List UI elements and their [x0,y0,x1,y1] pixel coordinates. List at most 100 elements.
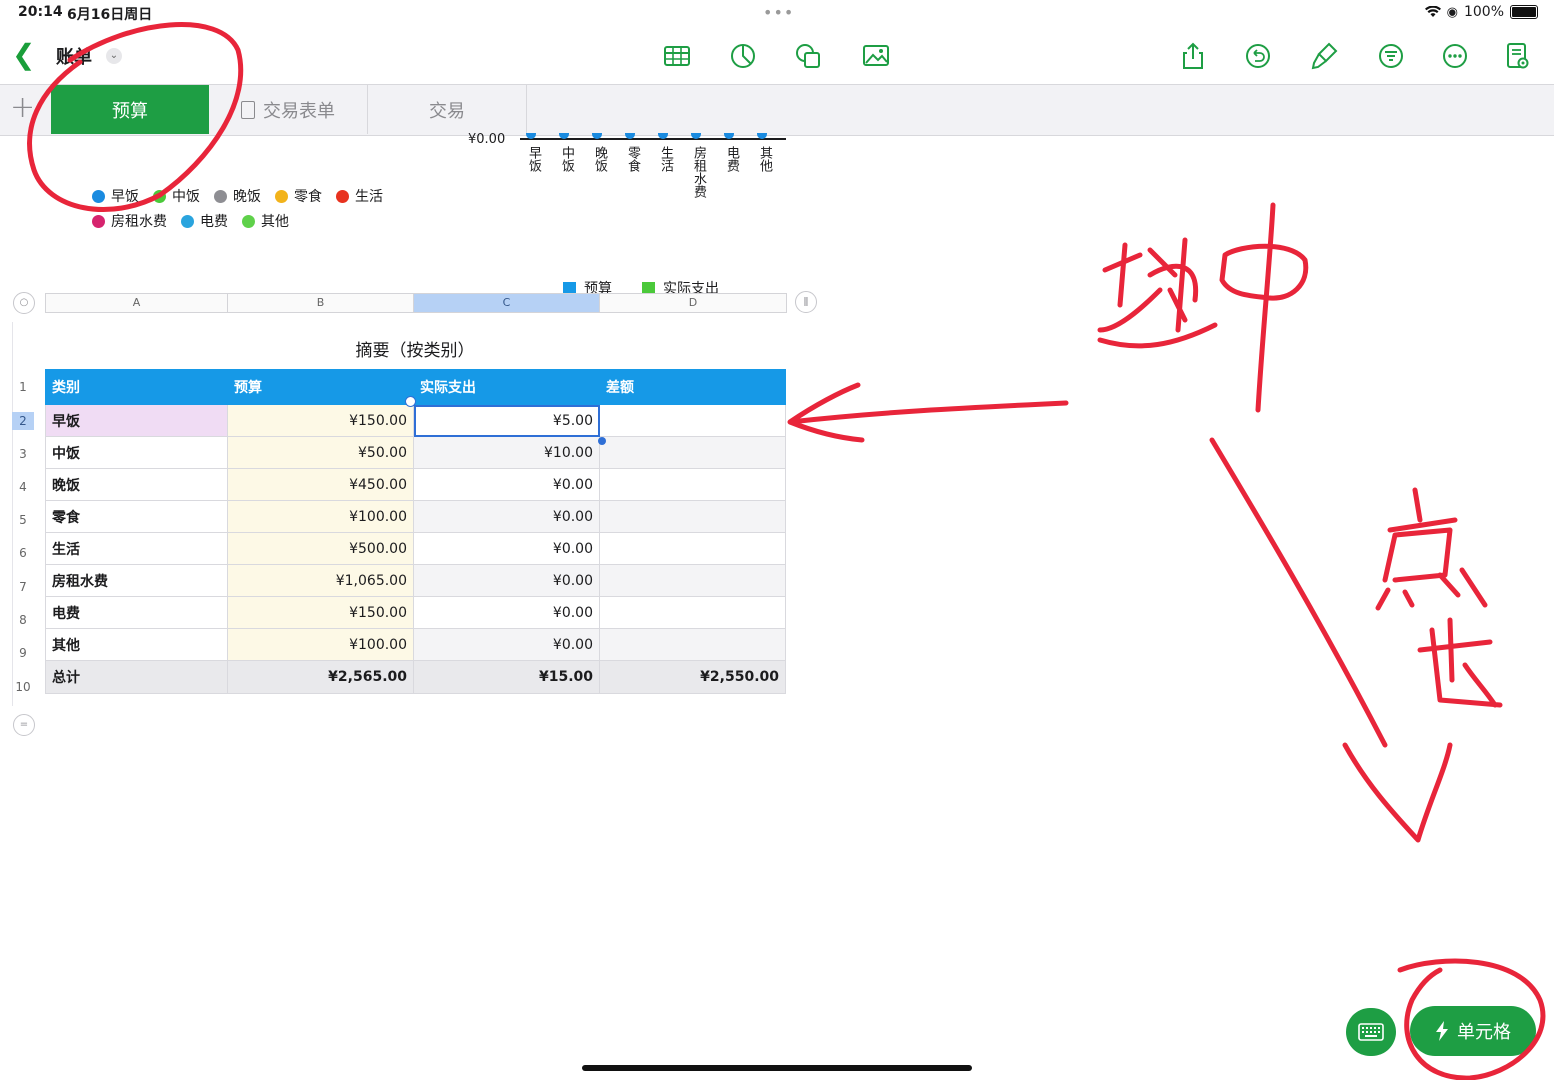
column-header-strip: A B C D [45,293,787,313]
category-cell[interactable]: 早饭 [45,404,228,437]
multitask-dots-icon[interactable]: ••• [763,3,794,22]
column-header-a[interactable]: A [46,294,228,312]
row-number[interactable]: 10 [12,678,34,696]
actual-cell[interactable]: ¥0.00 [413,564,600,597]
category-cell[interactable]: 房租水费 [45,564,228,597]
legend-dot [92,214,105,228]
form-icon [241,100,255,119]
row-number[interactable]: 2 [12,412,34,430]
battery-percent: 100% [1463,4,1504,20]
handwriting-select-2 [1219,202,1309,413]
add-column-handle[interactable]: ǁ [795,291,817,313]
row-number[interactable]: 1 [12,378,34,396]
tab-transaction-form[interactable]: 交易表单 [209,85,368,134]
category-cell[interactable]: 其他 [45,628,228,661]
budget-cell[interactable]: ¥50.00 [227,436,414,469]
arrow-down-annotation [1209,437,1453,843]
budget-cell[interactable]: ¥1,065.00 [227,564,414,597]
column-header-b[interactable]: B [228,294,414,312]
selection-knob-bottom[interactable] [598,437,606,445]
total-actual-cell[interactable]: ¥15.00 [413,660,600,694]
difference-cell[interactable] [599,532,786,565]
difference-cell[interactable] [599,468,786,501]
column-header-c[interactable]: C [414,294,600,312]
budget-cell[interactable]: ¥150.00 [227,404,414,437]
selection-knob-top[interactable] [405,396,416,407]
organize-icon[interactable] [1374,39,1408,73]
row-number[interactable]: 7 [12,578,34,596]
keyboard-button[interactable] [1346,1008,1396,1056]
document-title[interactable]: 账单 [56,43,92,69]
row-number[interactable]: 5 [12,511,34,529]
more-icon[interactable] [1438,39,1472,73]
table-icon[interactable] [660,39,694,73]
budget-cell[interactable]: ¥100.00 [227,500,414,533]
add-sheet-icon[interactable]: + [10,90,35,125]
arrow-annotation [787,382,1069,443]
share-icon[interactable] [1176,39,1210,73]
select-table-handle[interactable]: ○ [13,292,35,314]
x-tick-label: 房租水费 [691,146,706,198]
legend-item: 零食 [275,186,322,206]
difference-cell[interactable] [599,596,786,629]
x-tick-label: 晚饭 [592,146,607,172]
actual-cell[interactable]: ¥0.00 [413,468,600,501]
shape-icon[interactable] [791,39,825,73]
tab-transactions[interactable]: 交易 [368,85,527,134]
header-actual[interactable]: 实际支出 [413,369,600,405]
category-cell[interactable]: 电费 [45,596,228,629]
actual-cell[interactable]: ¥0.00 [413,500,600,533]
orientation-lock-icon: ◉ [1446,4,1458,20]
actual-cell[interactable]: ¥10.00 [413,436,600,469]
home-indicator [582,1065,972,1071]
format-brush-icon[interactable] [1307,39,1341,73]
chart-icon[interactable] [726,39,760,73]
media-icon[interactable] [859,39,893,73]
row-number[interactable]: 4 [12,478,34,496]
total-budget-cell[interactable]: ¥2,565.00 [227,660,414,694]
actual-cell[interactable]: ¥0.00 [413,532,600,565]
row-number[interactable]: 9 [12,644,34,662]
table-row: 房租水费 ¥1,065.00 ¥0.00 [45,564,786,597]
total-row: 总计 ¥2,565.00 ¥15.00 ¥2,550.00 [45,660,786,694]
actual-cell[interactable]: ¥5.00 [413,404,600,437]
budget-cell[interactable]: ¥500.00 [227,532,414,565]
total-difference-cell[interactable]: ¥2,550.00 [599,660,786,694]
row-number[interactable]: 6 [12,544,34,562]
table-row: 电费 ¥150.00 ¥0.00 [45,596,786,629]
category-cell[interactable]: 中饭 [45,436,228,469]
legend-dot [242,214,255,228]
difference-cell[interactable] [599,564,786,597]
budget-cell[interactable]: ¥450.00 [227,468,414,501]
header-difference[interactable]: 差额 [599,369,786,405]
battery-icon [1510,5,1538,19]
difference-cell[interactable] [599,628,786,661]
total-label-cell[interactable]: 总计 [45,660,228,694]
legend-label: 电费 [200,214,228,230]
row-number[interactable]: 3 [12,445,34,463]
document-icon[interactable] [1500,39,1534,73]
header-budget[interactable]: 预算 [227,369,414,405]
column-header-d[interactable]: D [600,294,786,312]
actual-cell[interactable]: ¥0.00 [413,596,600,629]
category-cell[interactable]: 生活 [45,532,228,565]
category-cell[interactable]: 晚饭 [45,468,228,501]
add-row-handle[interactable]: = [13,714,35,736]
x-tick-label: 电费 [724,146,739,172]
difference-cell[interactable] [599,404,786,437]
undo-icon[interactable] [1241,39,1275,73]
header-category[interactable]: 类别 [45,369,228,405]
actual-cell[interactable]: ¥0.00 [413,628,600,661]
budget-cell[interactable]: ¥100.00 [227,628,414,661]
category-cell[interactable]: 零食 [45,500,228,533]
legend-dot [92,189,105,203]
difference-cell[interactable] [599,500,786,533]
cell-actions-button[interactable]: 单元格 [1410,1006,1536,1056]
difference-cell[interactable] [599,436,786,469]
tab-budget[interactable]: 预算 [51,85,209,134]
chevron-down-icon[interactable]: ⌄ [106,48,122,64]
budget-cell[interactable]: ¥150.00 [227,596,414,629]
row-number[interactable]: 8 [12,611,34,629]
back-button[interactable]: ❮ [12,38,35,71]
handwriting-select-1 [1097,237,1218,349]
